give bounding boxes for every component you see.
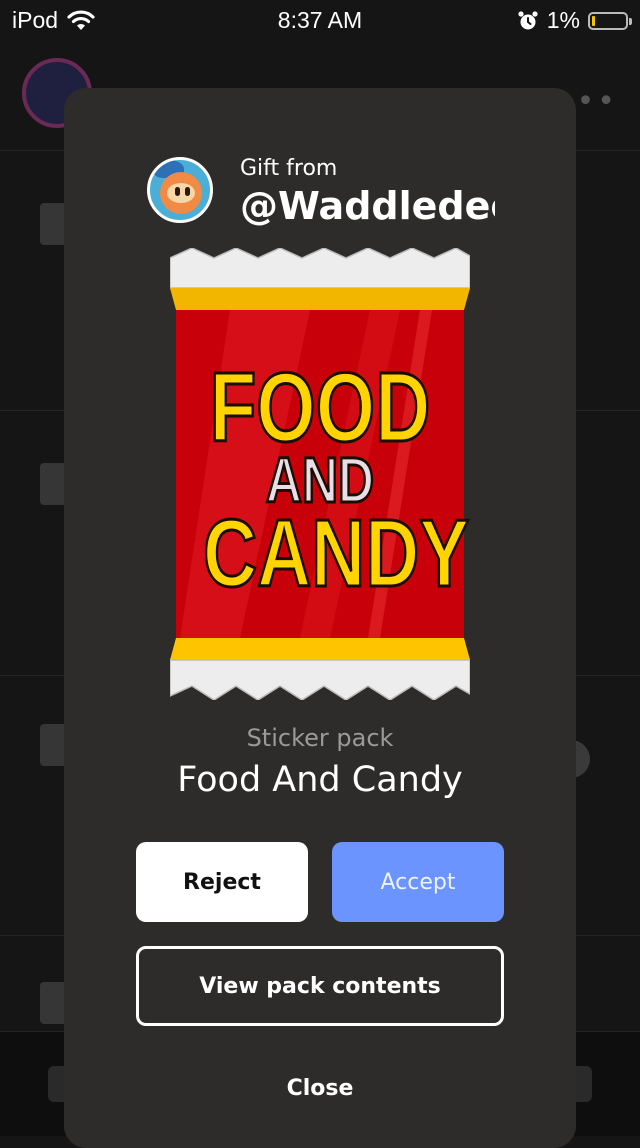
sender-username[interactable]: @Waddledee4 [240,184,495,228]
avatar-eye [175,187,180,196]
avatar-eye [185,187,190,196]
sender-avatar[interactable] [147,157,213,223]
alarm-icon [518,10,538,29]
status-right: 1% [517,7,632,34]
status-bar: iPod 8:37 AM 1% [0,0,640,40]
battery-icon [588,11,632,30]
battery-level-fill [592,15,595,26]
gift-from-label: Gift from [240,156,338,181]
pack-name: Food And Candy [177,760,463,800]
accept-button[interactable]: Accept [332,842,504,922]
pack-art-line-1: FOOD [208,352,431,462]
close-button[interactable]: Close [64,1076,576,1101]
sticker-pack-image: FOOD AND CANDY [170,248,470,700]
pack-art-line-3: CANDY [202,500,471,607]
reject-button[interactable]: Reject [136,842,308,922]
gift-modal: Gift from @Waddledee4 FOOD AND CANDY Sti… [64,88,576,1148]
view-pack-contents-button[interactable]: View pack contents [136,946,504,1026]
avatar-face [167,183,195,203]
item-type-label: Sticker pack [246,724,394,752]
battery-percent: 1% [546,7,580,33]
